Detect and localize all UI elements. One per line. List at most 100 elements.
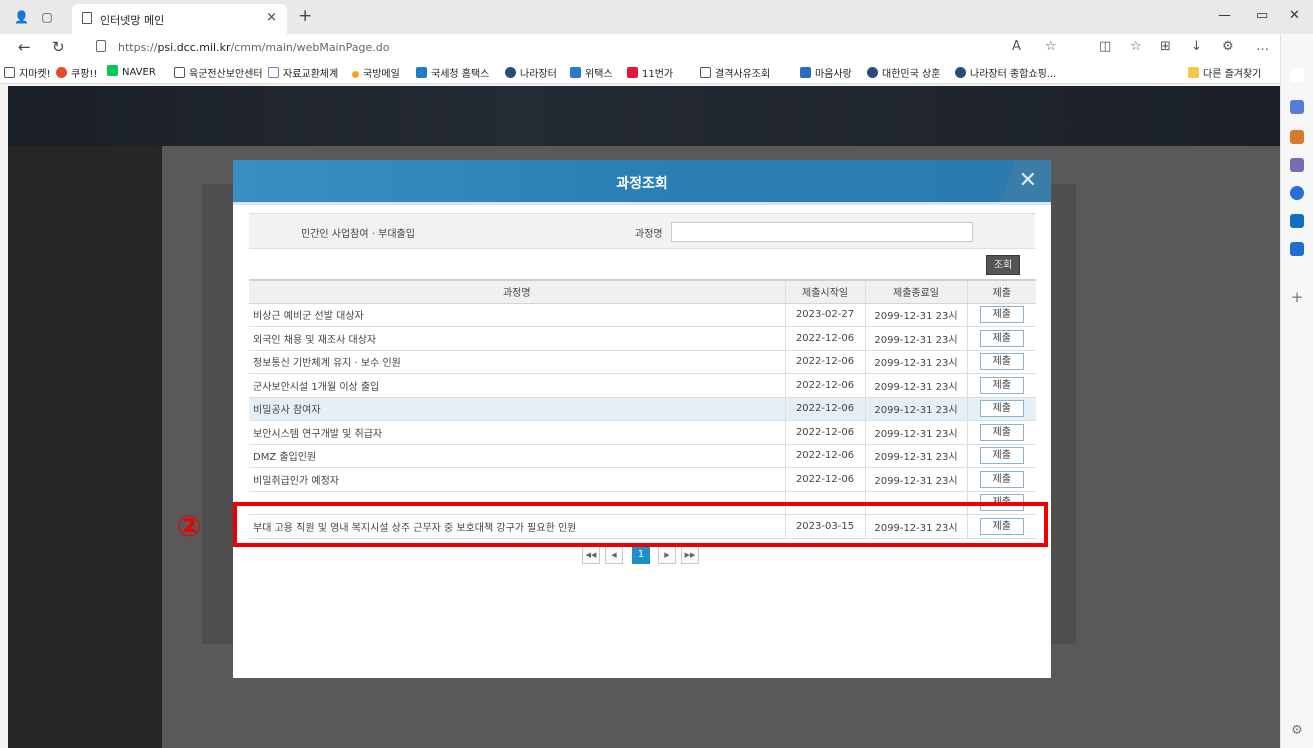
- table-row[interactable]: 비상근 예비군 선발 대상자 2023-02-27 2099-12-31 23시…: [249, 303, 1036, 327]
- submit-button[interactable]: 제출: [979, 353, 1024, 371]
- favorites-icon[interactable]: ☆: [1130, 39, 1142, 54]
- table-row-hovered[interactable]: 비밀공사 참여자 2022-12-06 2099-12-31 23시 제출: [249, 397, 1036, 421]
- last-page-button[interactable]: ▶▶: [681, 546, 699, 564]
- course-name-cell: 군사보안시설 1개월 이상 출입: [249, 373, 785, 398]
- send-icon[interactable]: [1290, 242, 1304, 256]
- games-icon[interactable]: [1290, 158, 1304, 172]
- coupang-icon: [56, 67, 67, 78]
- bookmark-label: 11번가: [642, 69, 674, 80]
- wetax-icon: [570, 67, 581, 78]
- bookmark-1[interactable]: 쿠팡!!: [56, 65, 97, 80]
- refresh-icon[interactable]: ↻: [52, 38, 65, 56]
- back-icon[interactable]: ←: [18, 38, 31, 56]
- url-field[interactable]: https://psi.dcc.mil.kr/cmm/main/webMainP…: [88, 36, 1078, 58]
- downloads-icon[interactable]: ↓: [1191, 39, 1202, 54]
- bookmark-12[interactable]: 대한민국 상훈: [867, 65, 940, 80]
- url-prefix: https://: [118, 41, 158, 54]
- submit-button[interactable]: 제출: [979, 306, 1024, 324]
- bookmark-10[interactable]: 결격사유조회: [700, 65, 770, 80]
- bookmark-label: 국방메일: [363, 69, 400, 80]
- tag-icon[interactable]: [1290, 100, 1304, 114]
- bookmark-3[interactable]: 육군전산보안센터: [174, 65, 263, 80]
- bookmark-13[interactable]: 나라장터 종합쇼핑...: [955, 65, 1056, 80]
- maeumsarang-icon: [800, 67, 811, 78]
- bookmark-0[interactable]: 지마켓!: [4, 65, 51, 80]
- page-left-menu: [8, 146, 162, 748]
- close-icon[interactable]: ✕: [1019, 168, 1037, 193]
- toolbox-icon[interactable]: [1290, 130, 1304, 144]
- page-number-button[interactable]: 1: [632, 546, 650, 564]
- sanghun-icon: [867, 67, 878, 78]
- restore-icon[interactable]: ▭: [1256, 8, 1268, 23]
- new-tab-icon[interactable]: +: [298, 6, 312, 26]
- folder-doc-icon: [268, 67, 279, 78]
- end-date-cell: 2099-12-31 23시: [864, 303, 967, 327]
- split-screen-icon[interactable]: ◫: [1099, 39, 1111, 54]
- bookmark-9[interactable]: 11번가: [627, 65, 673, 80]
- tab-actions-icon[interactable]: ▢: [40, 10, 54, 24]
- start-date-cell: 2022-12-06: [784, 326, 865, 351]
- start-date-cell: 2022-12-06: [784, 397, 865, 421]
- first-page-button[interactable]: ◀◀: [582, 546, 600, 564]
- bookmark-11[interactable]: 마음사랑: [800, 65, 852, 80]
- bookmark-4[interactable]: 자료교환체계: [268, 65, 338, 80]
- course-name-cell: 비밀공사 참여자: [249, 397, 785, 421]
- close-window-icon[interactable]: ✕: [1289, 8, 1300, 23]
- favorites-bar: 지마켓! 쿠팡!! NAVER 육군전산보안센터 자료교환체계 국방메일 국세청…: [0, 60, 1280, 84]
- bookmark-6[interactable]: 국세청 홈택스: [416, 65, 489, 80]
- url-path: /cmm/main/webMainPage.do: [230, 41, 390, 54]
- edge-icon[interactable]: [1290, 186, 1304, 200]
- table-row[interactable]: 정보통신 기반체계 유지 · 보수 인원 2022-12-06 2099-12-…: [249, 350, 1036, 374]
- other-favorites[interactable]: 다른 즐겨찾기: [1188, 65, 1261, 80]
- search-button[interactable]: 조회: [986, 255, 1020, 275]
- 11st-icon: [627, 67, 638, 78]
- bookmark-8[interactable]: 위택스: [570, 65, 613, 80]
- table-row[interactable]: 외국인 채용 및 재조사 대상자 2022-12-06 2099-12-31 2…: [249, 326, 1036, 351]
- bookmark-5[interactable]: 국방메일: [352, 65, 400, 80]
- start-date-cell: 2022-12-06: [784, 350, 865, 374]
- settings-icon[interactable]: ⚙: [1290, 724, 1304, 738]
- end-date-cell: 2099-12-31 23시: [864, 373, 967, 398]
- minimize-icon[interactable]: —: [1218, 8, 1231, 23]
- course-name-input[interactable]: [671, 222, 973, 242]
- bookmark-7[interactable]: 나라장터: [505, 65, 557, 80]
- favorite-star-icon[interactable]: ☆: [1045, 39, 1057, 54]
- start-date-cell: 2023-02-27: [784, 303, 865, 327]
- prev-page-button[interactable]: ◀: [605, 546, 623, 564]
- end-date-cell: 2099-12-31 23시: [864, 444, 967, 468]
- outlook-icon[interactable]: [1290, 214, 1304, 228]
- url-host: psi.dcc.mil.kr: [157, 41, 231, 54]
- course-name-cell: 외국인 채용 및 재조사 대상자: [249, 326, 785, 351]
- page-icon: [82, 12, 92, 24]
- submit-button[interactable]: 제출: [979, 376, 1024, 394]
- modal-title: 과정조회: [616, 176, 668, 192]
- submit-button[interactable]: 제출: [979, 423, 1024, 441]
- bookmark-2[interactable]: NAVER: [107, 65, 156, 78]
- more-icon[interactable]: …: [1256, 39, 1269, 54]
- extensions-icon[interactable]: ⚙: [1222, 39, 1234, 54]
- table-row[interactable]: 군사보안시설 1개월 이상 출입 2022-12-06 2099-12-31 2…: [249, 373, 1036, 398]
- end-date-cell: 2099-12-31 23시: [864, 397, 967, 421]
- table-row[interactable]: DMZ 출입인원 2022-12-06 2099-12-31 23시 제출: [249, 444, 1036, 468]
- add-icon[interactable]: +: [1290, 290, 1304, 305]
- profile-icon[interactable]: 👤: [14, 10, 29, 24]
- modal-header-divider: [233, 202, 1051, 205]
- submit-button[interactable]: 제출: [979, 447, 1024, 465]
- close-tab-icon[interactable]: ×: [266, 10, 277, 25]
- table-row[interactable]: 비밀취급인가 예정자 2022-12-06 2099-12-31 23시 제출: [249, 467, 1036, 492]
- table-row[interactable]: 보안시스템 연구개발 및 취급자 2022-12-06 2099-12-31 2…: [249, 420, 1036, 445]
- submit-button[interactable]: 제출: [979, 329, 1024, 347]
- search-icon[interactable]: [1290, 68, 1304, 82]
- submit-button[interactable]: 제출: [979, 470, 1024, 488]
- next-page-button[interactable]: ▶: [658, 546, 676, 564]
- browser-tab[interactable]: 인터넷망 메인 ×: [72, 4, 287, 34]
- browser-titlebar: 👤 ▢ 인터넷망 메인 × + — ▭ ✕: [0, 0, 1313, 34]
- read-aloud-icon[interactable]: A: [1012, 39, 1021, 54]
- column-header: 제출종료일: [864, 279, 967, 304]
- bookmark-label: 지마켓!: [19, 69, 51, 80]
- submit-button[interactable]: 제출: [979, 400, 1024, 418]
- collections-icon[interactable]: ⊞: [1160, 39, 1171, 54]
- column-header: 제출시작일: [784, 279, 865, 304]
- star-icon: [352, 71, 359, 78]
- course-name-cell: 보안시스템 연구개발 및 취급자: [249, 420, 785, 445]
